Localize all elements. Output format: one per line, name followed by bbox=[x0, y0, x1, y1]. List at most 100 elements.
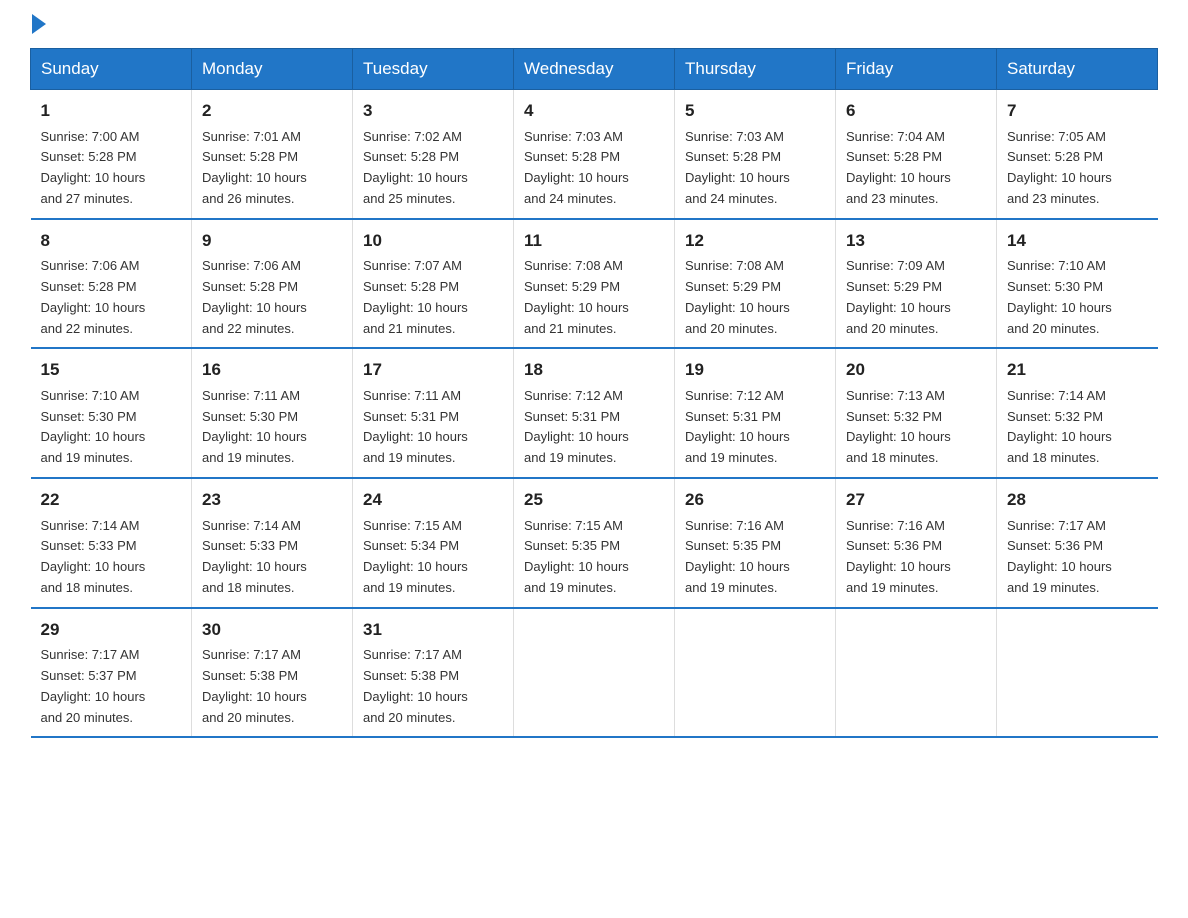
day-number: 15 bbox=[41, 357, 182, 383]
calendar-cell: 5 Sunrise: 7:03 AMSunset: 5:28 PMDayligh… bbox=[675, 90, 836, 219]
calendar-cell: 2 Sunrise: 7:01 AMSunset: 5:28 PMDayligh… bbox=[192, 90, 353, 219]
header-friday: Friday bbox=[836, 49, 997, 90]
calendar-cell: 21 Sunrise: 7:14 AMSunset: 5:32 PMDaylig… bbox=[997, 348, 1158, 478]
week-row-0: 1 Sunrise: 7:00 AMSunset: 5:28 PMDayligh… bbox=[31, 90, 1158, 219]
calendar-cell: 24 Sunrise: 7:15 AMSunset: 5:34 PMDaylig… bbox=[353, 478, 514, 608]
day-number: 14 bbox=[1007, 228, 1148, 254]
day-number: 27 bbox=[846, 487, 986, 513]
day-info: Sunrise: 7:14 AMSunset: 5:33 PMDaylight:… bbox=[202, 518, 307, 595]
day-number: 17 bbox=[363, 357, 503, 383]
calendar-cell: 28 Sunrise: 7:17 AMSunset: 5:36 PMDaylig… bbox=[997, 478, 1158, 608]
calendar-cell: 9 Sunrise: 7:06 AMSunset: 5:28 PMDayligh… bbox=[192, 219, 353, 349]
page-header bbox=[30, 20, 1158, 30]
day-number: 23 bbox=[202, 487, 342, 513]
calendar-cell: 8 Sunrise: 7:06 AMSunset: 5:28 PMDayligh… bbox=[31, 219, 192, 349]
calendar-cell: 16 Sunrise: 7:11 AMSunset: 5:30 PMDaylig… bbox=[192, 348, 353, 478]
day-info: Sunrise: 7:12 AMSunset: 5:31 PMDaylight:… bbox=[685, 388, 790, 465]
calendar-table: SundayMondayTuesdayWednesdayThursdayFrid… bbox=[30, 48, 1158, 738]
day-number: 26 bbox=[685, 487, 825, 513]
logo-arrow-icon bbox=[32, 14, 46, 34]
day-info: Sunrise: 7:14 AMSunset: 5:32 PMDaylight:… bbox=[1007, 388, 1112, 465]
calendar-cell: 7 Sunrise: 7:05 AMSunset: 5:28 PMDayligh… bbox=[997, 90, 1158, 219]
day-info: Sunrise: 7:11 AMSunset: 5:31 PMDaylight:… bbox=[363, 388, 468, 465]
calendar-cell: 23 Sunrise: 7:14 AMSunset: 5:33 PMDaylig… bbox=[192, 478, 353, 608]
day-number: 10 bbox=[363, 228, 503, 254]
day-number: 3 bbox=[363, 98, 503, 124]
day-info: Sunrise: 7:10 AMSunset: 5:30 PMDaylight:… bbox=[1007, 258, 1112, 335]
day-info: Sunrise: 7:08 AMSunset: 5:29 PMDaylight:… bbox=[685, 258, 790, 335]
day-info: Sunrise: 7:09 AMSunset: 5:29 PMDaylight:… bbox=[846, 258, 951, 335]
day-info: Sunrise: 7:03 AMSunset: 5:28 PMDaylight:… bbox=[685, 129, 790, 206]
day-number: 7 bbox=[1007, 98, 1148, 124]
day-number: 31 bbox=[363, 617, 503, 643]
day-number: 13 bbox=[846, 228, 986, 254]
calendar-cell: 27 Sunrise: 7:16 AMSunset: 5:36 PMDaylig… bbox=[836, 478, 997, 608]
day-info: Sunrise: 7:15 AMSunset: 5:34 PMDaylight:… bbox=[363, 518, 468, 595]
day-info: Sunrise: 7:01 AMSunset: 5:28 PMDaylight:… bbox=[202, 129, 307, 206]
day-info: Sunrise: 7:04 AMSunset: 5:28 PMDaylight:… bbox=[846, 129, 951, 206]
calendar-cell: 18 Sunrise: 7:12 AMSunset: 5:31 PMDaylig… bbox=[514, 348, 675, 478]
calendar-cell: 12 Sunrise: 7:08 AMSunset: 5:29 PMDaylig… bbox=[675, 219, 836, 349]
day-info: Sunrise: 7:06 AMSunset: 5:28 PMDaylight:… bbox=[202, 258, 307, 335]
calendar-cell: 22 Sunrise: 7:14 AMSunset: 5:33 PMDaylig… bbox=[31, 478, 192, 608]
day-info: Sunrise: 7:17 AMSunset: 5:38 PMDaylight:… bbox=[363, 647, 468, 724]
day-info: Sunrise: 7:05 AMSunset: 5:28 PMDaylight:… bbox=[1007, 129, 1112, 206]
day-info: Sunrise: 7:13 AMSunset: 5:32 PMDaylight:… bbox=[846, 388, 951, 465]
header-wednesday: Wednesday bbox=[514, 49, 675, 90]
day-info: Sunrise: 7:15 AMSunset: 5:35 PMDaylight:… bbox=[524, 518, 629, 595]
day-number: 19 bbox=[685, 357, 825, 383]
day-info: Sunrise: 7:11 AMSunset: 5:30 PMDaylight:… bbox=[202, 388, 307, 465]
calendar-cell: 31 Sunrise: 7:17 AMSunset: 5:38 PMDaylig… bbox=[353, 608, 514, 738]
day-number: 24 bbox=[363, 487, 503, 513]
day-info: Sunrise: 7:10 AMSunset: 5:30 PMDaylight:… bbox=[41, 388, 146, 465]
calendar-cell: 1 Sunrise: 7:00 AMSunset: 5:28 PMDayligh… bbox=[31, 90, 192, 219]
day-info: Sunrise: 7:07 AMSunset: 5:28 PMDaylight:… bbox=[363, 258, 468, 335]
calendar-cell: 20 Sunrise: 7:13 AMSunset: 5:32 PMDaylig… bbox=[836, 348, 997, 478]
day-info: Sunrise: 7:02 AMSunset: 5:28 PMDaylight:… bbox=[363, 129, 468, 206]
calendar-cell: 29 Sunrise: 7:17 AMSunset: 5:37 PMDaylig… bbox=[31, 608, 192, 738]
calendar-cell bbox=[675, 608, 836, 738]
day-info: Sunrise: 7:08 AMSunset: 5:29 PMDaylight:… bbox=[524, 258, 629, 335]
week-row-2: 15 Sunrise: 7:10 AMSunset: 5:30 PMDaylig… bbox=[31, 348, 1158, 478]
header-thursday: Thursday bbox=[675, 49, 836, 90]
day-info: Sunrise: 7:16 AMSunset: 5:35 PMDaylight:… bbox=[685, 518, 790, 595]
calendar-cell: 15 Sunrise: 7:10 AMSunset: 5:30 PMDaylig… bbox=[31, 348, 192, 478]
day-number: 11 bbox=[524, 228, 664, 254]
day-number: 20 bbox=[846, 357, 986, 383]
calendar-cell: 4 Sunrise: 7:03 AMSunset: 5:28 PMDayligh… bbox=[514, 90, 675, 219]
header-saturday: Saturday bbox=[997, 49, 1158, 90]
week-row-1: 8 Sunrise: 7:06 AMSunset: 5:28 PMDayligh… bbox=[31, 219, 1158, 349]
day-info: Sunrise: 7:16 AMSunset: 5:36 PMDaylight:… bbox=[846, 518, 951, 595]
day-number: 12 bbox=[685, 228, 825, 254]
logo bbox=[30, 20, 46, 30]
calendar-cell: 19 Sunrise: 7:12 AMSunset: 5:31 PMDaylig… bbox=[675, 348, 836, 478]
calendar-cell: 6 Sunrise: 7:04 AMSunset: 5:28 PMDayligh… bbox=[836, 90, 997, 219]
day-number: 30 bbox=[202, 617, 342, 643]
calendar-cell: 25 Sunrise: 7:15 AMSunset: 5:35 PMDaylig… bbox=[514, 478, 675, 608]
day-info: Sunrise: 7:12 AMSunset: 5:31 PMDaylight:… bbox=[524, 388, 629, 465]
calendar-cell bbox=[836, 608, 997, 738]
day-number: 6 bbox=[846, 98, 986, 124]
week-row-3: 22 Sunrise: 7:14 AMSunset: 5:33 PMDaylig… bbox=[31, 478, 1158, 608]
calendar-cell: 26 Sunrise: 7:16 AMSunset: 5:35 PMDaylig… bbox=[675, 478, 836, 608]
day-number: 8 bbox=[41, 228, 182, 254]
header-sunday: Sunday bbox=[31, 49, 192, 90]
day-number: 21 bbox=[1007, 357, 1148, 383]
day-number: 16 bbox=[202, 357, 342, 383]
day-info: Sunrise: 7:14 AMSunset: 5:33 PMDaylight:… bbox=[41, 518, 146, 595]
day-number: 25 bbox=[524, 487, 664, 513]
day-number: 5 bbox=[685, 98, 825, 124]
calendar-header-row: SundayMondayTuesdayWednesdayThursdayFrid… bbox=[31, 49, 1158, 90]
week-row-4: 29 Sunrise: 7:17 AMSunset: 5:37 PMDaylig… bbox=[31, 608, 1158, 738]
calendar-cell: 11 Sunrise: 7:08 AMSunset: 5:29 PMDaylig… bbox=[514, 219, 675, 349]
day-info: Sunrise: 7:03 AMSunset: 5:28 PMDaylight:… bbox=[524, 129, 629, 206]
day-number: 28 bbox=[1007, 487, 1148, 513]
day-number: 2 bbox=[202, 98, 342, 124]
day-info: Sunrise: 7:00 AMSunset: 5:28 PMDaylight:… bbox=[41, 129, 146, 206]
header-monday: Monday bbox=[192, 49, 353, 90]
calendar-cell: 10 Sunrise: 7:07 AMSunset: 5:28 PMDaylig… bbox=[353, 219, 514, 349]
day-number: 22 bbox=[41, 487, 182, 513]
calendar-cell bbox=[514, 608, 675, 738]
day-info: Sunrise: 7:17 AMSunset: 5:36 PMDaylight:… bbox=[1007, 518, 1112, 595]
calendar-cell: 3 Sunrise: 7:02 AMSunset: 5:28 PMDayligh… bbox=[353, 90, 514, 219]
